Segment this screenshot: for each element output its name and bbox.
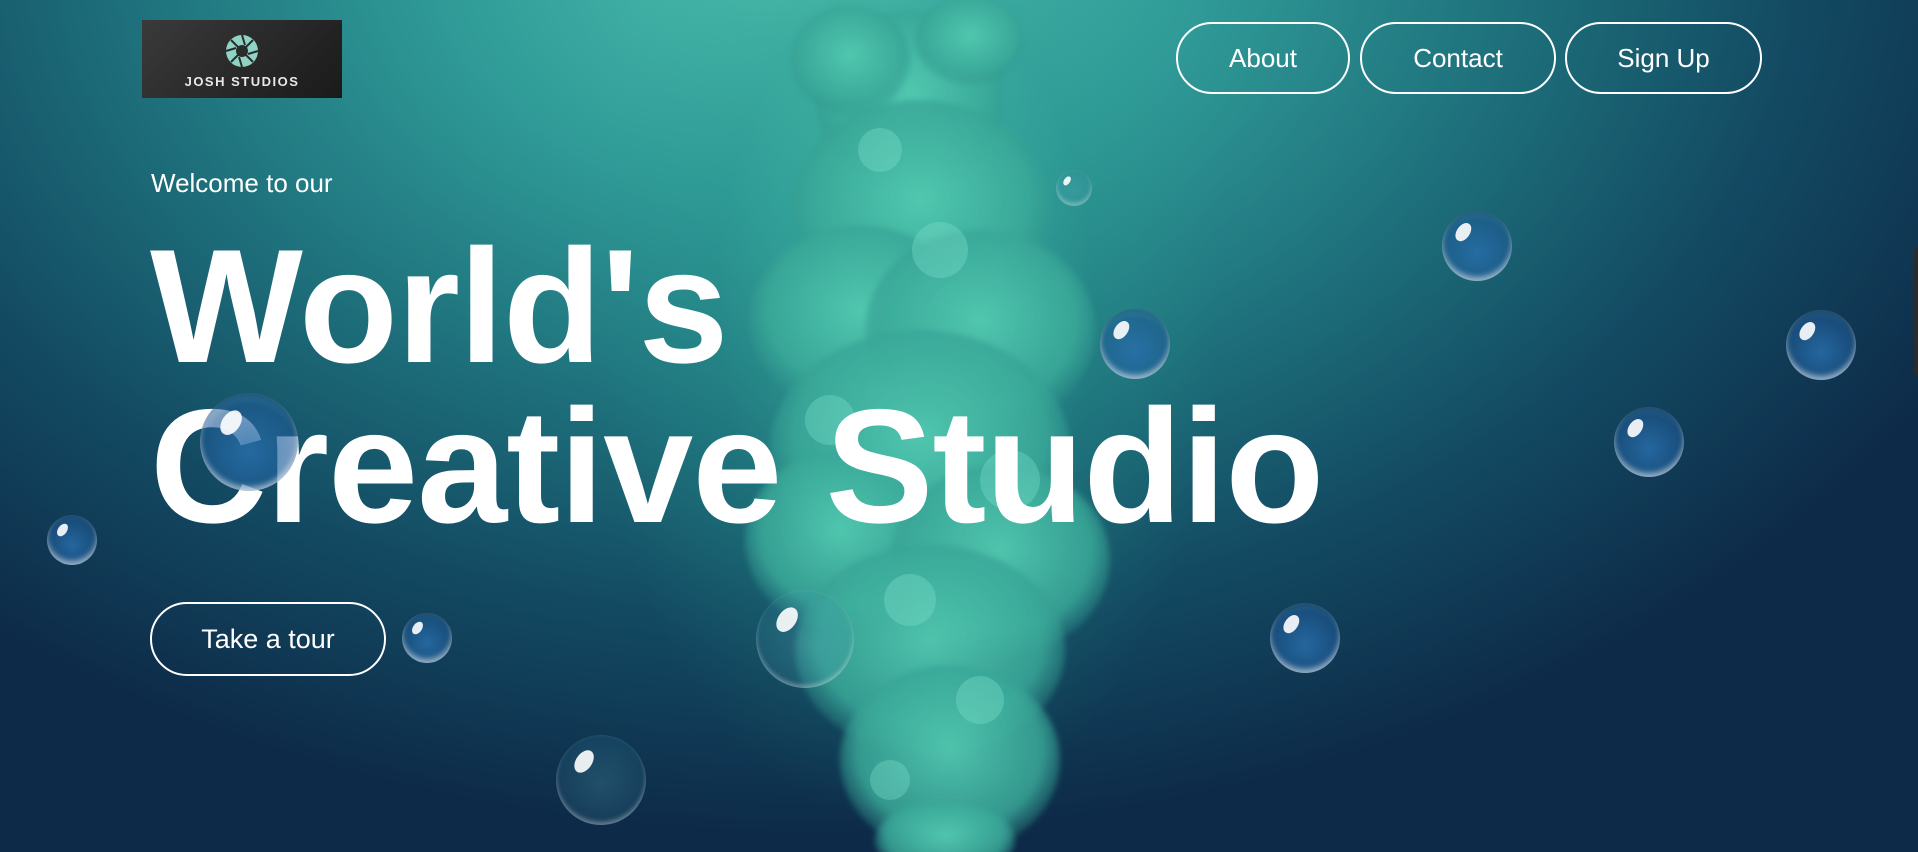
bubble-decoration [756,590,854,688]
brand-name: JOSH STUDIOS [184,73,300,89]
bubble-decoration [1270,603,1340,673]
welcome-text: Welcome to our [151,168,333,198]
scrollbar-thumb[interactable] [1914,248,1918,376]
headline-line-2: Creative Studio [150,376,1324,557]
take-a-tour-button[interactable]: Take a tour [150,602,386,676]
bubble-decoration [1614,407,1684,477]
bubble-decoration [47,515,97,565]
bubble-decoration [1786,310,1856,380]
nav-contact-button[interactable]: Contact [1360,22,1556,94]
aperture-icon [225,34,259,67]
headline-line-1: World's [150,216,729,397]
nav-about-button[interactable]: About [1176,22,1350,94]
bubble-decoration [1056,170,1092,206]
bubble-decoration [402,613,452,663]
nav-signup-button[interactable]: Sign Up [1565,22,1762,94]
bubble-decoration [200,393,298,491]
bubble-decoration [1442,211,1512,281]
bubble-decoration [556,735,646,825]
brand-logo[interactable]: JOSH STUDIOS [142,20,342,98]
bubble-decoration [1100,309,1170,379]
